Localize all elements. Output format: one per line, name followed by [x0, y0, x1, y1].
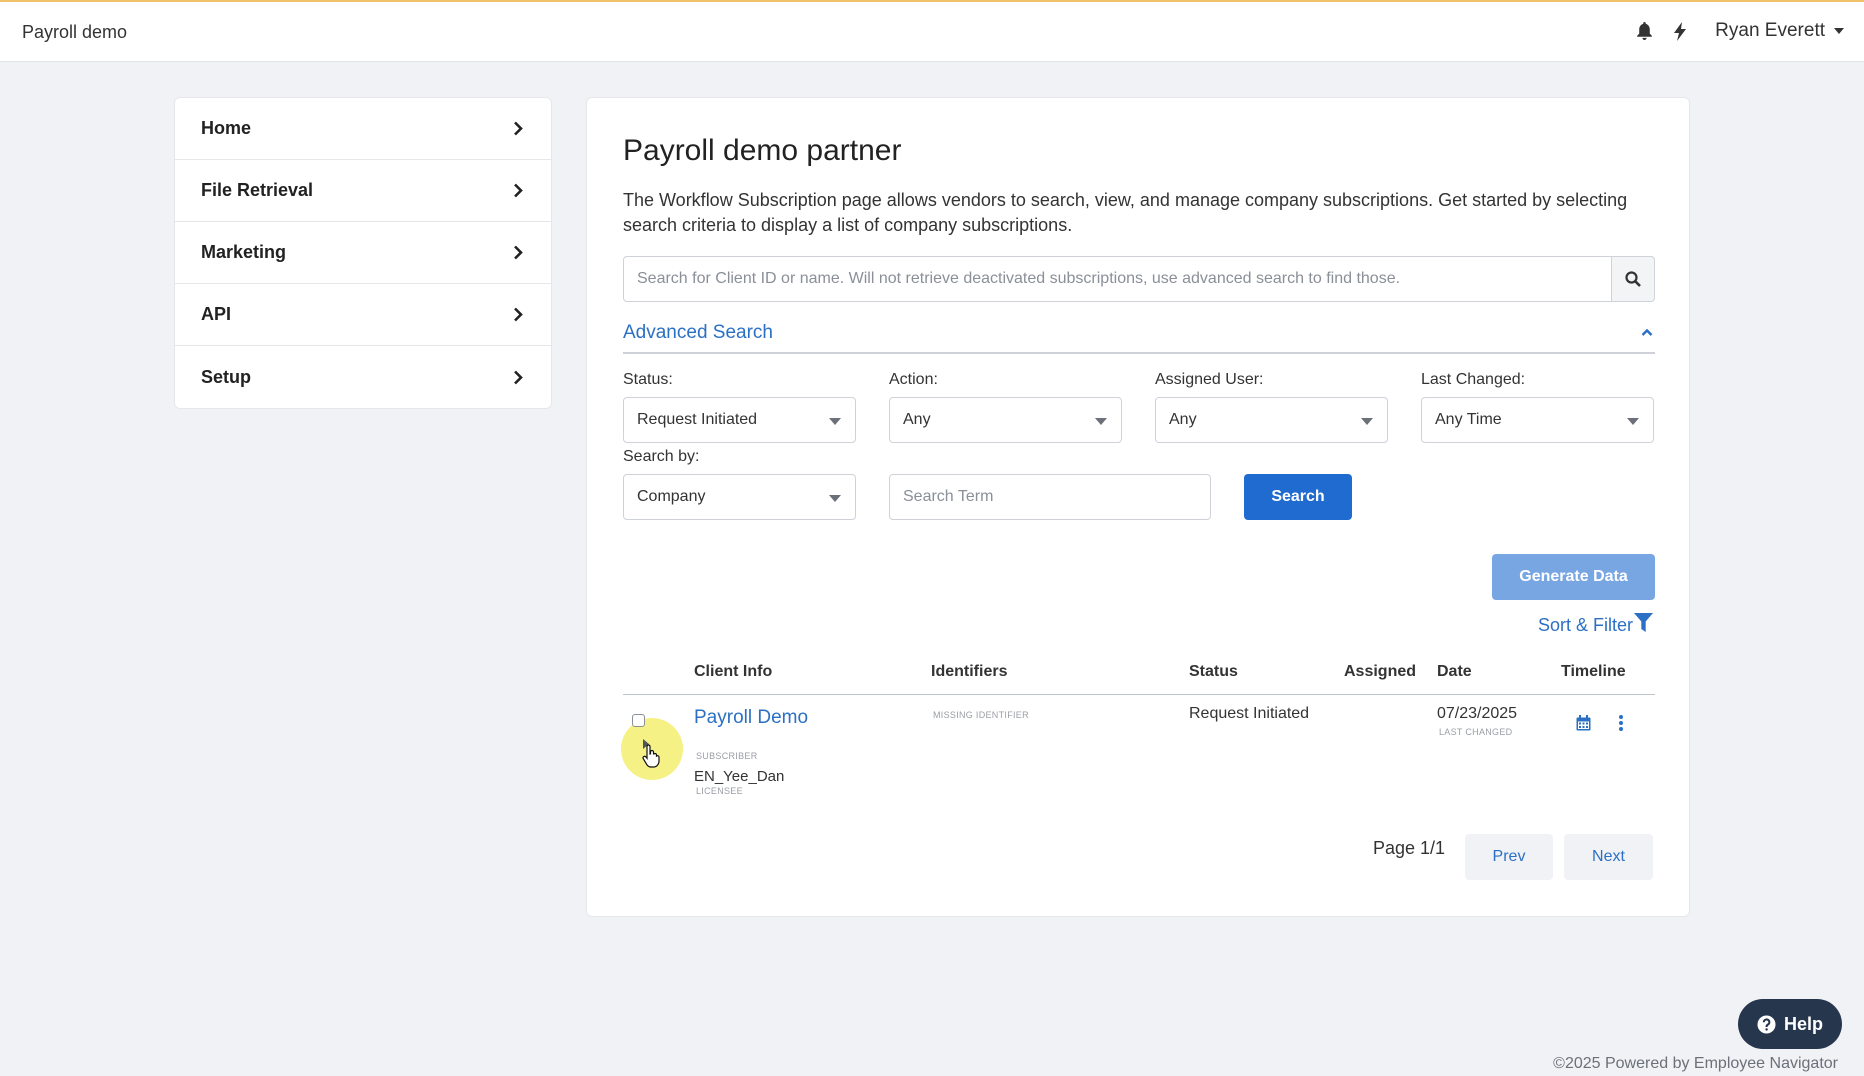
sidebar-item-label: Marketing	[201, 242, 287, 262]
help-button[interactable]: Help	[1738, 999, 1842, 1049]
page-indicator: Page 1/1	[1373, 838, 1446, 858]
page-description: The Workflow Subscription page allows ve…	[623, 190, 1628, 235]
caret-down-icon	[829, 418, 841, 425]
sidebar: Home File Retrieval Marketing API Setup	[174, 97, 552, 409]
status-label: Status:	[623, 371, 673, 388]
subscriber-caption: SUBSCRIBER	[696, 751, 758, 761]
sidebar-item-label: File Retrieval	[201, 180, 314, 200]
top-bar: Payroll demo Ryan Everett	[0, 0, 1864, 62]
page-title: Payroll demo partner	[623, 134, 902, 167]
brand-name[interactable]: Payroll demo	[22, 22, 127, 43]
chevron-right-icon	[514, 307, 523, 322]
col-header-timeline: Timeline	[1561, 663, 1626, 680]
sidebar-item-home[interactable]: Home	[175, 98, 551, 160]
prev-page-button[interactable]: Prev	[1465, 834, 1553, 880]
date-caption: LAST CHANGED	[1439, 727, 1513, 737]
search-by-select-value: Company	[637, 488, 706, 505]
action-select-value: Any	[903, 411, 931, 428]
action-select[interactable]: Any	[889, 397, 1122, 443]
last-changed-select-value: Any Time	[1435, 411, 1502, 428]
more-options-icon[interactable]	[1618, 715, 1624, 731]
sidebar-item-label: API	[201, 304, 232, 324]
search-button[interactable]: Search	[1244, 474, 1352, 520]
help-label: Help	[1783, 1013, 1823, 1034]
sort-filter-link[interactable]: Sort & Filter	[1537, 613, 1653, 636]
sidebar-item-label: Setup	[201, 366, 252, 387]
client-search-input[interactable]	[623, 256, 1611, 302]
user-menu[interactable]: Ryan Everett	[1715, 20, 1844, 42]
advanced-search-toggle[interactable]: Advanced Search	[623, 322, 773, 343]
chevron-right-icon	[514, 121, 523, 136]
sidebar-item-marketing[interactable]: Marketing	[175, 222, 551, 284]
sidebar-item-label: Home	[201, 118, 252, 138]
search-by-label: Search by:	[623, 448, 700, 465]
sidebar-item-api[interactable]: API	[175, 284, 551, 346]
row-date: 07/23/2025	[1437, 705, 1518, 722]
search-submit-button[interactable]	[1611, 256, 1655, 302]
main-card: Payroll demo partner The Workflow Subscr…	[586, 97, 1690, 917]
sort-filter-label: Sort & Filter	[1537, 615, 1633, 635]
col-header-date: Date	[1437, 663, 1472, 680]
top-right-controls: Ryan Everett	[1633, 19, 1844, 43]
col-header-client-info: Client Info	[694, 663, 773, 680]
footer-copyright: ©2025 Powered by Employee Navigator	[1553, 1055, 1838, 1072]
quick-search	[623, 256, 1655, 302]
caret-down-icon	[1361, 418, 1373, 425]
assigned-user-select-value: Any	[1169, 411, 1197, 428]
user-name: Ryan Everett	[1715, 20, 1825, 41]
identifier-value: MISSING IDENTIFIER	[933, 710, 1029, 720]
row-status: Request Initiated	[1189, 705, 1310, 722]
hand-pointer-icon	[642, 744, 660, 768]
col-header-status: Status	[1189, 663, 1238, 680]
calendar-icon[interactable]	[1576, 715, 1591, 731]
status-select[interactable]: Request Initiated	[623, 397, 856, 443]
advanced-search-header[interactable]: Advanced Search	[623, 322, 1655, 354]
last-changed-select[interactable]: Any Time	[1421, 397, 1654, 443]
caret-down-icon	[1627, 418, 1639, 425]
caret-down-icon	[829, 495, 841, 502]
chevron-right-icon	[514, 245, 523, 260]
filter-icon	[1634, 613, 1653, 632]
col-header-assigned: Assigned	[1344, 663, 1417, 680]
sidebar-item-file-retrieval[interactable]: File Retrieval	[175, 160, 551, 222]
caret-down-icon	[1834, 28, 1844, 34]
action-label: Action:	[889, 371, 938, 388]
licensee-caption: LICENSEE	[696, 786, 743, 796]
chevron-right-icon	[514, 183, 523, 198]
bolt-icon[interactable]	[1669, 19, 1691, 43]
question-circle-icon	[1757, 1014, 1776, 1034]
row-select-checkbox[interactable]	[632, 714, 645, 727]
licensee-name: EN_Yee_Dan	[694, 768, 785, 785]
col-header-identifiers: Identifiers	[931, 663, 1008, 680]
bell-icon[interactable]	[1633, 19, 1655, 43]
table-header-divider	[623, 694, 1655, 695]
search-by-select[interactable]: Company	[623, 474, 856, 520]
generate-data-button[interactable]: Generate Data	[1492, 554, 1655, 600]
chevron-up-icon[interactable]	[1641, 328, 1653, 337]
assigned-user-label: Assigned User:	[1155, 371, 1264, 388]
chevron-right-icon	[514, 370, 523, 384]
assigned-user-select[interactable]: Any	[1155, 397, 1388, 443]
caret-down-icon	[1095, 418, 1107, 425]
last-changed-label: Last Changed:	[1421, 371, 1526, 388]
status-select-value: Request Initiated	[637, 411, 758, 428]
next-page-button[interactable]: Next	[1564, 834, 1653, 880]
sidebar-item-setup[interactable]: Setup	[175, 346, 551, 408]
search-icon	[1625, 271, 1641, 287]
client-name-link[interactable]: Payroll Demo	[694, 707, 808, 729]
search-term-input[interactable]	[889, 474, 1211, 520]
